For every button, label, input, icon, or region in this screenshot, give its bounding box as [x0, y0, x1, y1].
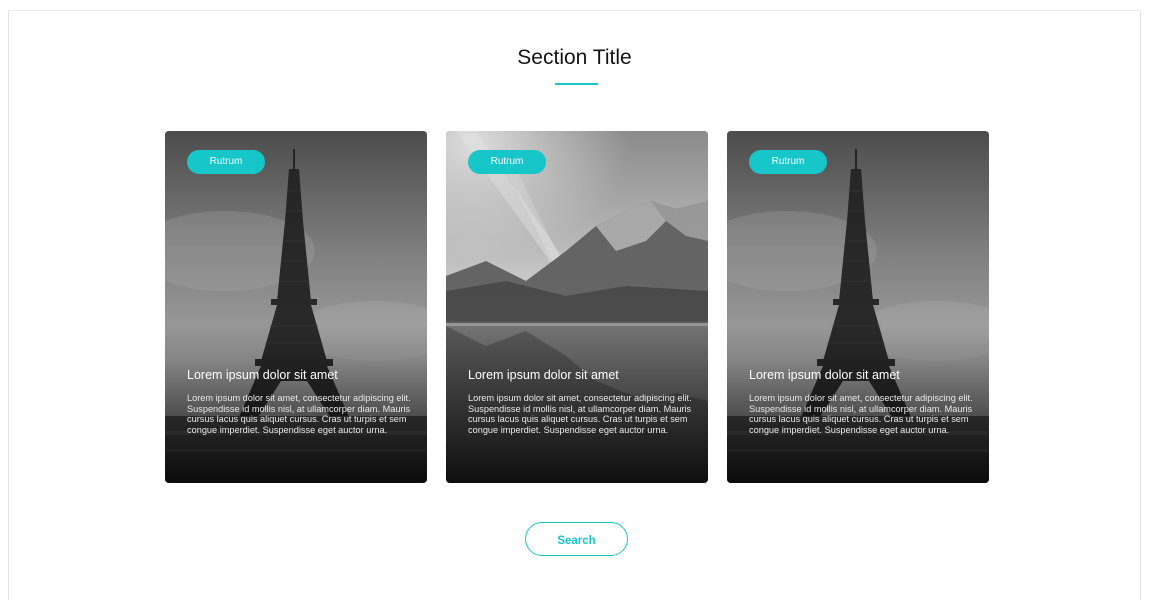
tag-pill[interactable]: Rutrum [749, 150, 827, 174]
card-title: Lorem ipsum dolor sit amet [468, 368, 619, 382]
card-title: Lorem ipsum dolor sit amet [187, 368, 338, 382]
card-description: Lorem ipsum dolor sit amet, consectetur … [749, 393, 973, 436]
card-description: Lorem ipsum dolor sit amet, consectetur … [468, 393, 692, 436]
section-title: Section Title [517, 46, 632, 69]
card-title: Lorem ipsum dolor sit amet [749, 368, 900, 382]
search-button[interactable]: Search [525, 522, 628, 556]
tag-pill[interactable]: Rutrum [187, 150, 265, 174]
card-description: Lorem ipsum dolor sit amet, consectetur … [187, 393, 411, 436]
card-2[interactable]: Rutrum Lorem ipsum dolor sit amet Lorem … [446, 131, 708, 483]
title-underline [555, 83, 598, 85]
tag-pill[interactable]: Rutrum [468, 150, 546, 174]
card-1[interactable]: Rutrum Lorem ipsum dolor sit amet Lorem … [165, 131, 427, 483]
card-3[interactable]: Rutrum Lorem ipsum dolor sit amet Lorem … [727, 131, 989, 483]
